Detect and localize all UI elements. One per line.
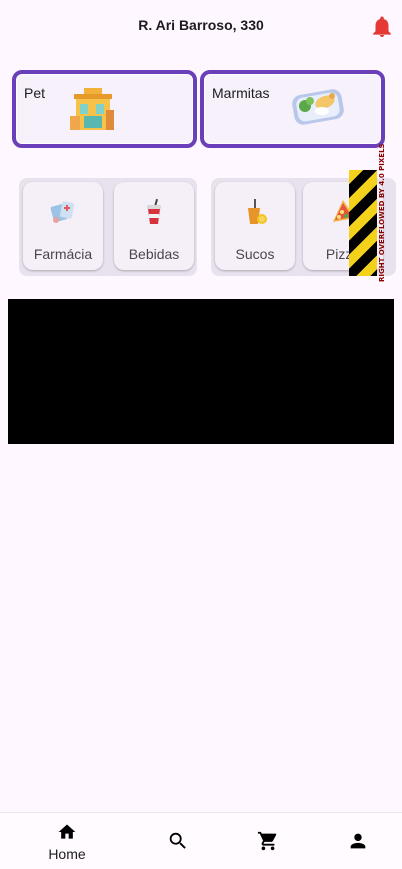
- nav-profile[interactable]: [338, 829, 378, 869]
- bottom-navigation: Home: [0, 812, 402, 869]
- category-bebidas[interactable]: Bebidas: [114, 182, 194, 270]
- profile-icon: [350, 833, 366, 849]
- pharmacy-icon: [50, 201, 74, 223]
- nav-home[interactable]: Home: [47, 821, 87, 862]
- delivery-address[interactable]: R. Ari Barroso, 330: [0, 17, 402, 33]
- drink-cup-icon: [147, 198, 161, 224]
- lunchbox-meal-icon: [292, 89, 344, 125]
- search-icon: [169, 832, 186, 849]
- category-label: Sucos: [235, 246, 275, 262]
- category-farmacia[interactable]: Farmácia: [23, 182, 103, 270]
- home-icon: [58, 824, 76, 839]
- notification-bell-icon[interactable]: [372, 16, 392, 38]
- top-bar: R. Ari Barroso, 330: [0, 0, 402, 56]
- nav-home-label: Home: [48, 846, 86, 862]
- nav-search[interactable]: [158, 829, 198, 869]
- banner-placeholder: [8, 299, 394, 444]
- overflow-warning-stripes: [349, 170, 377, 276]
- category-sucos[interactable]: Sucos: [215, 182, 295, 270]
- featured-card-label: Pet: [24, 85, 46, 101]
- nav-cart[interactable]: [248, 829, 288, 869]
- category-list[interactable]: Farmácia Bebidas Sucos Pizza: [0, 178, 402, 276]
- cart-icon: [257, 831, 277, 851]
- overflow-warning-text: RIGHT OVERFLOWED BY 4.0 PIXELS: [378, 143, 386, 282]
- pet-shop-building-icon: [70, 88, 114, 130]
- featured-card-label: Marmitas: [212, 85, 270, 101]
- juice-icon: [248, 199, 267, 224]
- featured-card-pet[interactable]: Pet: [12, 70, 197, 148]
- featured-card-marmitas[interactable]: Marmitas: [200, 70, 385, 148]
- category-label: Bebidas: [128, 246, 180, 262]
- category-label: Farmácia: [33, 246, 93, 262]
